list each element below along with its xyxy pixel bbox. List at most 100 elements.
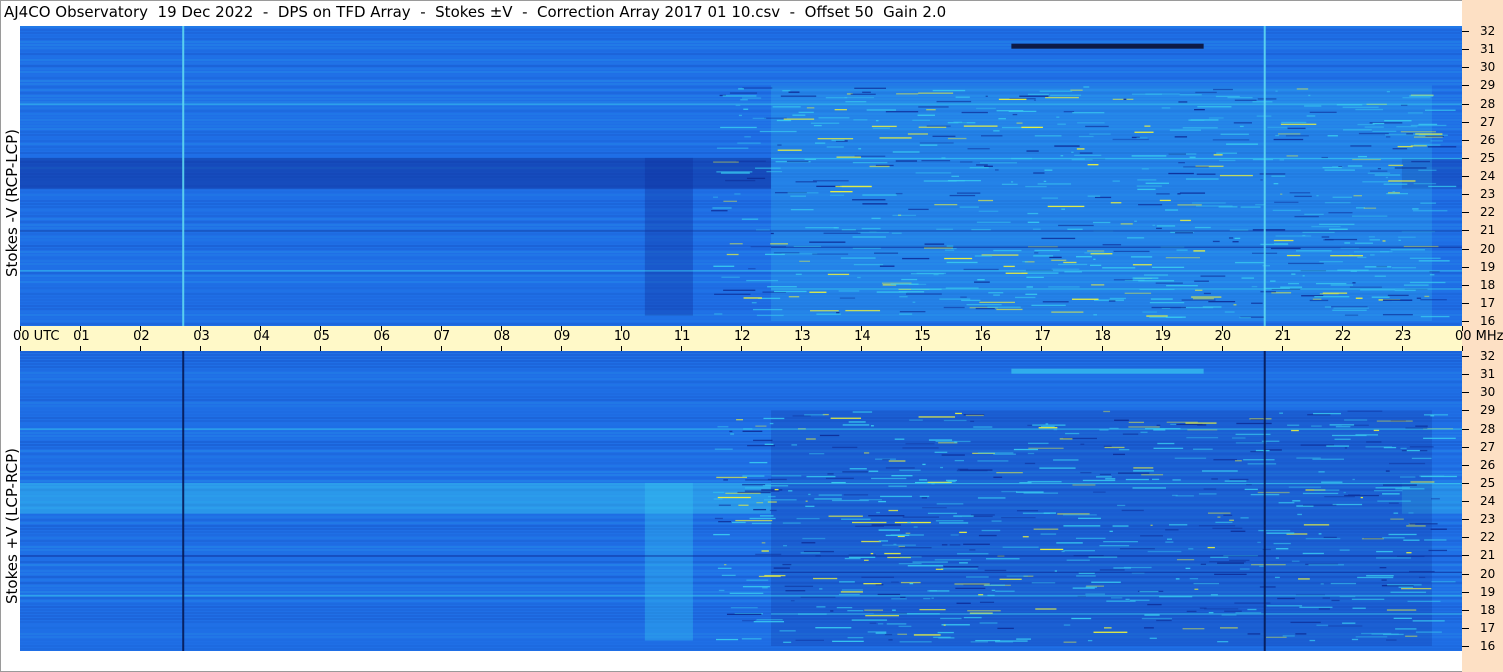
heatmap-rfi-line [20,555,1462,557]
heatmap-rfi-mark [1374,275,1386,277]
heatmap-rfi-mark [1403,284,1429,286]
x-tick-label: 17 [1034,329,1051,344]
heatmap-rfi-mark [1384,120,1412,122]
heatmap-rfi-mark [759,515,774,517]
heatmap-rfi-mark [1364,126,1384,128]
heatmap-rfi-mark [1203,292,1211,295]
heatmap-rfi-mark [1091,284,1105,286]
heatmap-rfi-mark [1200,275,1226,277]
heatmap-rfi-mark [767,501,777,503]
heatmap-rfi-mark [901,278,918,281]
heatmap-rfi-mark [909,419,923,421]
heatmap-rfi-mark [1149,301,1185,304]
heatmap-rfi-mark [718,589,725,592]
heatmap-rfi-mark [720,172,750,174]
heatmap-rfi-mark [907,133,928,135]
heatmap-rfi-mark [805,500,808,502]
heatmap-rfi-mark [1320,583,1324,585]
heatmap-rfi-mark [1076,148,1085,150]
x-tick-label: 20 [1214,329,1232,344]
x-tick-mark [680,326,682,331]
heatmap-rfi-mark [717,567,732,569]
y-tick-label: 17 [1480,620,1496,635]
heatmap-rfi-mark [892,609,896,611]
heatmap-rfi-line [20,103,1462,105]
heatmap-rfi-mark [1228,237,1234,239]
heatmap-rfi-mark [862,194,897,196]
y-tick-mark [1462,139,1469,141]
heatmap-rfi-mark [1122,433,1139,435]
heatmap-rfi-mark [713,196,718,198]
heatmap-rfi-mark [1295,250,1332,252]
heatmap-rfi-mark [830,194,845,196]
heatmap-rfi-mark [1112,98,1134,101]
heatmap-rfi-mark [816,313,841,315]
heatmap-rfi-mark [978,534,997,537]
heatmap-rfi-mark [874,252,899,254]
heatmap-rfi-mark [995,590,1015,592]
heatmap-rfi-mark [1387,584,1422,586]
heatmap-rfi-mark [1305,537,1341,540]
heatmap-rfi-mark [1235,442,1267,444]
heatmap-rfi-mark [1215,521,1233,524]
heatmap-rfi-mark [987,306,1021,308]
y-tick-mark [1462,284,1469,286]
heatmap-rfi-mark [1037,183,1072,185]
heatmap-rfi-mark [782,90,791,92]
x-tick-label: 12 [734,329,751,344]
heatmap-rfi-mark [762,587,768,589]
heatmap-rfi-mark [723,200,737,202]
x-tick-label: 11 [673,329,691,344]
heatmap-rfi-mark [1236,422,1272,425]
heatmap-rfi-mark [1227,96,1253,99]
heatmap-rfi-mark [1134,131,1154,133]
heatmap-rfi-mark [921,160,951,162]
heatmap-rfi-line [771,246,1462,248]
x-tick-mark [1281,326,1283,331]
heatmap-rfi-mark [729,592,764,594]
heatmap-rfi-mark [985,95,988,97]
heatmap-rfi-mark [843,494,869,496]
heatmap-rfi-mark [1133,467,1154,469]
heatmap-rfi-mark [1247,463,1277,465]
heatmap-rfi-mark [923,597,931,600]
heatmap-rfi-mark [955,412,962,415]
heatmap-rfi-mark [1033,255,1054,257]
heatmap-rfi-mark [898,291,925,293]
heatmap-rfi-mark [1371,633,1399,635]
heatmap-rfi-mark [1093,631,1128,633]
heatmap-rfi-mark [1027,481,1062,483]
heatmap-rfi-mark [980,135,1003,137]
heatmap-rfi-mark [1200,563,1207,565]
y-tick-label: 19 [1480,259,1496,274]
heatmap-rfi-mark [1224,610,1242,612]
heatmap-rfi-mark [1330,255,1363,257]
y-tick-mark [1462,31,1469,32]
heatmap-rfi-mark [885,534,910,537]
heatmap-rfi-mark [1058,224,1094,227]
spectrogram-stokes-plus-v [20,351,1462,651]
x-tick-label: 18 [1094,329,1112,344]
heatmap-rfi-mark [1275,557,1280,559]
heatmap-rfi-mark [1379,567,1387,569]
y-tick-label: 23 [1480,187,1496,202]
heatmap-rfi-mark [1218,206,1238,208]
heatmap-rfi-mark [825,97,848,99]
y-tick-label: 18 [1480,602,1496,617]
heatmap-rfi-mark [1375,487,1410,489]
heatmap-rfi-mark [1208,300,1236,303]
heatmap-rfi-mark [1056,542,1083,544]
heatmap-rfi-line [771,571,1462,573]
heatmap-row-texture [20,71,1462,73]
heatmap-rfi-mark [996,471,1023,474]
heatmap-rfi-mark [977,279,985,281]
heatmap-rfi-mark [1313,412,1342,415]
heatmap-rfi-mark [1019,95,1049,97]
heatmap-rfi-mark [1080,443,1085,445]
heatmap-rfi-mark [1257,541,1261,544]
x-tick-mark [200,326,202,331]
heatmap-rfi-mark [907,565,944,567]
heatmap-rfi-mark [1252,229,1286,231]
heatmap-rfi-mark [1182,628,1205,630]
heatmap-rfi-mark [1343,491,1346,494]
